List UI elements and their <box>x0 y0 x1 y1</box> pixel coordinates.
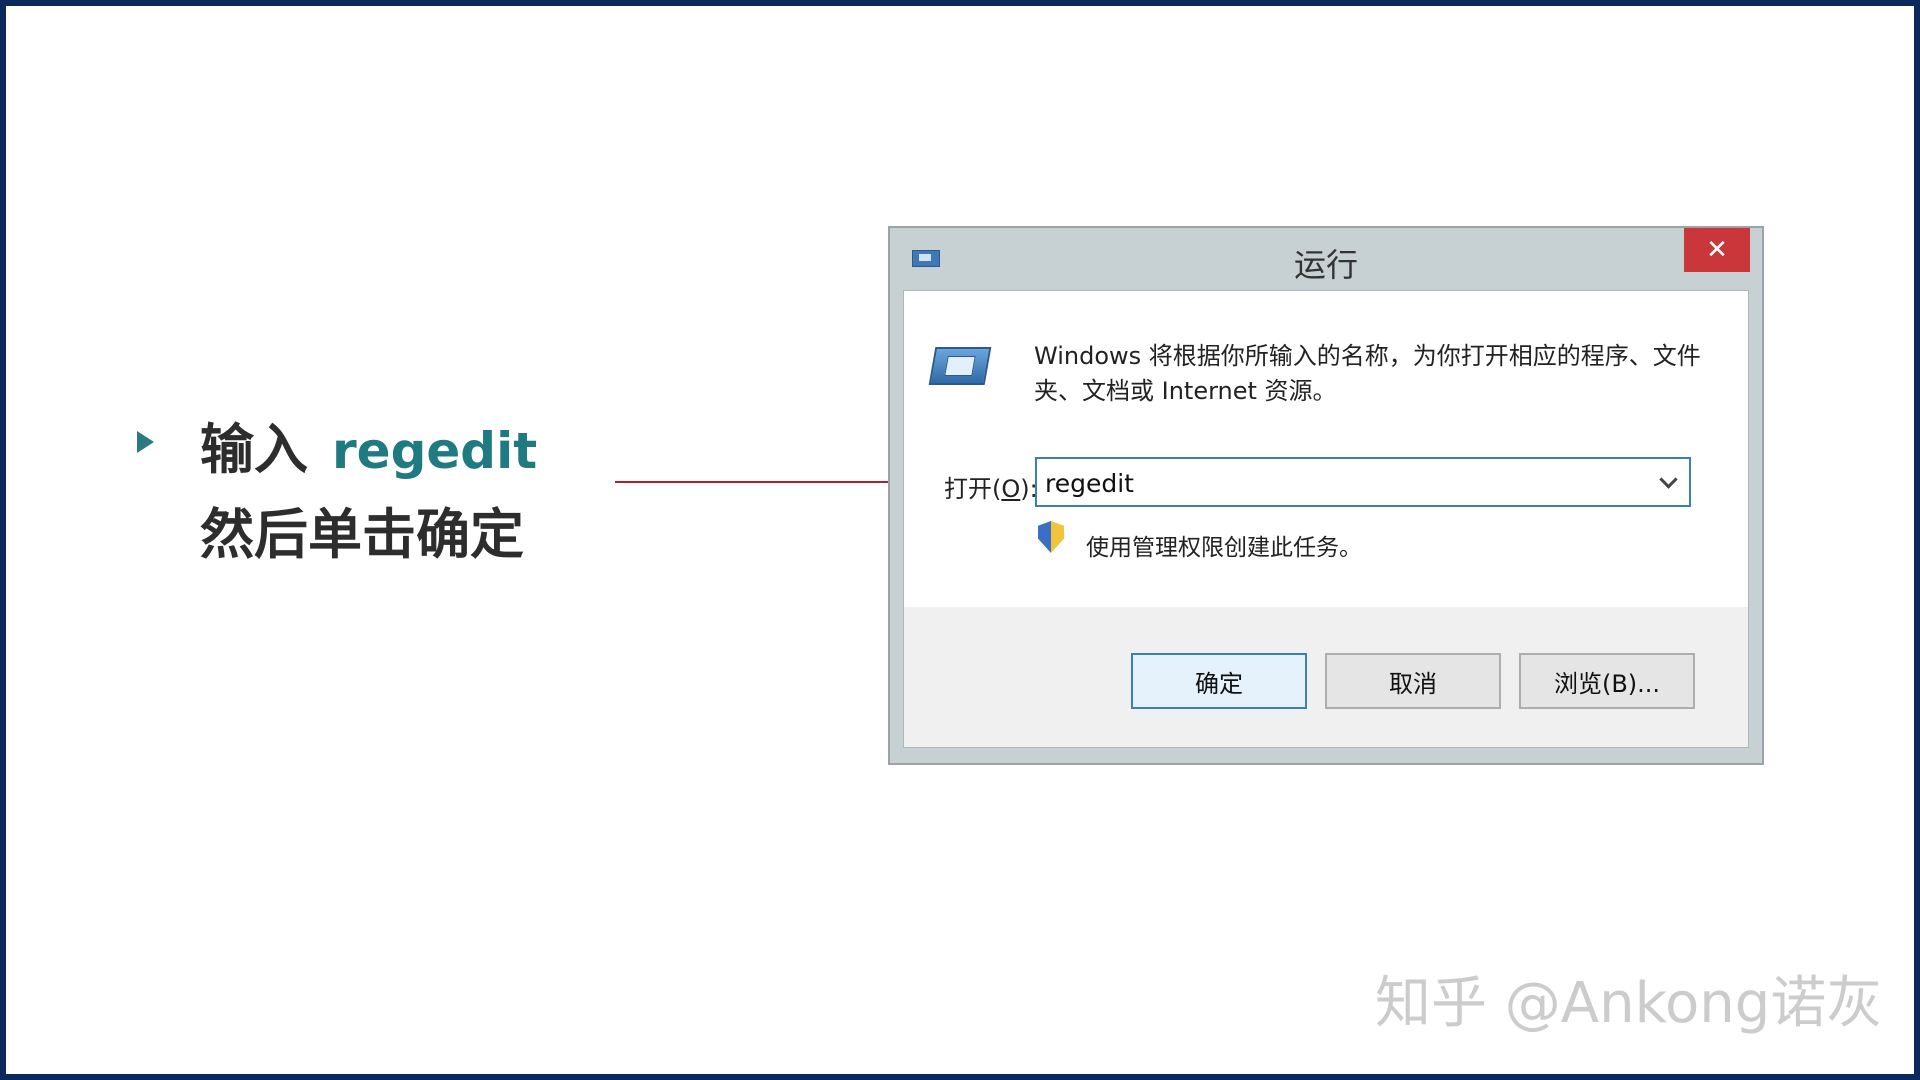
close-button[interactable]: ✕ <box>1684 228 1750 272</box>
instruction-line-2: 然后单击确定 <box>200 503 524 566</box>
cancel-button[interactable]: 取消 <box>1325 653 1501 709</box>
instruction-line-1: 输入 regedit <box>200 405 537 481</box>
dialog-footer: 确定 取消 浏览(B)... <box>904 607 1748 747</box>
dialog-titlebar[interactable]: 运行 ✕ <box>890 228 1762 290</box>
instruction-prefix: 输入 <box>200 418 308 481</box>
run-dialog: 运行 ✕ Windows 将根据你所输入的名称，为你打开相应的程序、文件夹、文档… <box>888 226 1764 765</box>
watermark: 知乎 @Ankong诺灰 <box>1375 971 1883 1036</box>
dialog-client-area: Windows 将根据你所输入的名称，为你打开相应的程序、文件夹、文档或 Int… <box>903 290 1749 748</box>
open-input[interactable] <box>1043 462 1637 504</box>
open-label-accelerator: O <box>1001 475 1021 503</box>
chevron-down-icon[interactable] <box>1659 470 1678 489</box>
open-combobox[interactable] <box>1035 457 1691 507</box>
instruction-keyword: regedit <box>332 422 538 480</box>
run-large-icon <box>928 347 992 385</box>
browse-button[interactable]: 浏览(B)... <box>1519 653 1695 709</box>
close-icon: ✕ <box>1706 235 1728 265</box>
dialog-description: Windows 将根据你所输入的名称，为你打开相应的程序、文件夹、文档或 Int… <box>1034 342 1701 405</box>
uac-shield-icon <box>1038 521 1064 553</box>
ok-button[interactable]: 确定 <box>1131 653 1307 709</box>
open-label: 打开(O): <box>944 475 1038 503</box>
dialog-title: 运行 <box>1293 246 1358 284</box>
bullet-triangle-icon <box>137 431 154 453</box>
admin-privilege-text: 使用管理权限创建此任务。 <box>1086 535 1362 561</box>
